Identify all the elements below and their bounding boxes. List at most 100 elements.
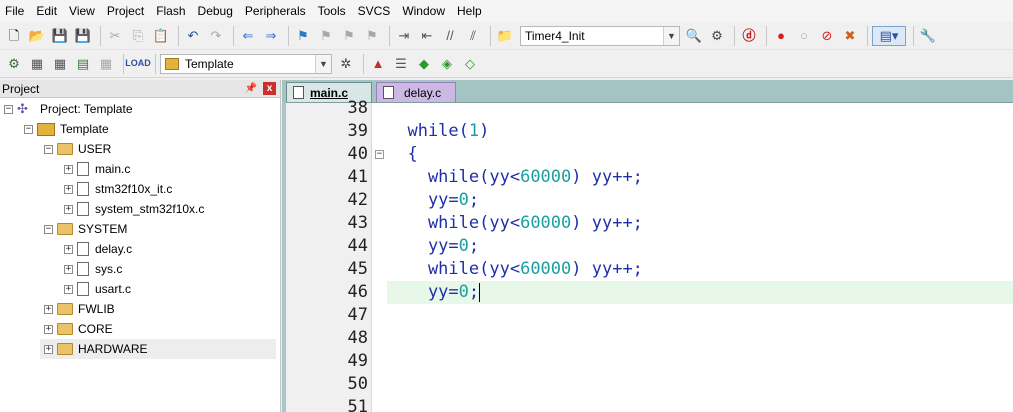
tree-node-group-system[interactable]: − SYSTEM	[44, 219, 127, 239]
code-line[interactable]: yy=0;	[387, 189, 1013, 212]
translate-icon[interactable]: ⚙	[4, 54, 24, 74]
comment-icon[interactable]: //	[440, 26, 460, 46]
code-line[interactable]: yy=0;	[387, 235, 1013, 258]
chevron-down-icon[interactable]: ▼	[663, 26, 679, 45]
tree-node-group-user[interactable]: − USER	[44, 139, 111, 159]
configure-icon[interactable]: ⚙	[707, 26, 727, 46]
chevron-down-icon[interactable]: ▼	[315, 54, 331, 73]
expand-icon[interactable]: +	[64, 284, 73, 294]
code-line[interactable]: while(1)	[387, 120, 1013, 143]
expand-icon[interactable]: +	[44, 304, 53, 314]
cut-icon[interactable]: ✂	[105, 26, 125, 46]
code-line[interactable]: {	[387, 143, 1013, 166]
tree-node-target[interactable]: − Template	[24, 119, 109, 139]
menu-view[interactable]: View	[63, 0, 101, 22]
rebuild-icon[interactable]: ▦	[50, 54, 70, 74]
collapse-icon[interactable]: −	[4, 104, 13, 114]
menu-edit[interactable]: Edit	[30, 0, 63, 22]
menu-project[interactable]: Project	[101, 0, 150, 22]
kill-breakpoints-icon[interactable]: ✖	[840, 26, 860, 46]
navigate-back-icon[interactable]: ⇐	[238, 26, 258, 46]
menu-help[interactable]: Help	[451, 0, 488, 22]
batch-build-icon[interactable]: ▤	[73, 54, 93, 74]
clear-bookmarks-icon[interactable]: ⚑	[362, 26, 382, 46]
debug-session-icon[interactable]: ⓓ	[739, 26, 759, 46]
menu-peripherals[interactable]: Peripherals	[239, 0, 312, 22]
pack-installer-icon[interactable]: ◇	[460, 54, 480, 74]
file-extensions-icon[interactable]: ☰	[391, 54, 411, 74]
tree-node-file[interactable]: + delay.c	[64, 239, 132, 259]
menu-file[interactable]: File	[0, 0, 30, 22]
manage-run-time-icon[interactable]: ◈	[437, 54, 457, 74]
pin-icon[interactable]: 📌	[245, 83, 257, 94]
tree-node-file[interactable]: + usart.c	[64, 279, 131, 299]
collapse-icon[interactable]: −	[44, 144, 53, 154]
new-file-icon[interactable]: 🗋	[4, 26, 24, 46]
find-icon[interactable]: 🔍	[684, 26, 704, 46]
expand-icon[interactable]: +	[64, 244, 73, 254]
paste-icon[interactable]: 📋	[151, 26, 171, 46]
tree-node-file[interactable]: + sys.c	[64, 259, 122, 279]
expand-icon[interactable]: +	[64, 264, 73, 274]
menu-window[interactable]: Window	[396, 0, 451, 22]
find-in-files-icon[interactable]: 📁	[495, 26, 515, 46]
manage-components-icon[interactable]: ▲	[368, 54, 388, 74]
code-line[interactable]: while(yy<60000) yy++;	[387, 166, 1013, 189]
uncomment-icon[interactable]: ⫽	[463, 26, 483, 46]
tree-node-project[interactable]: − ✣ Project: Template	[4, 99, 133, 119]
undo-icon[interactable]: ↶	[183, 26, 203, 46]
close-icon[interactable]: x	[263, 82, 276, 95]
copy-icon[interactable]: ⎘	[128, 26, 148, 46]
code-line[interactable]: yy=0;	[387, 281, 1013, 304]
expand-icon[interactable]: +	[64, 204, 73, 214]
window-layout-icon[interactable]: ▤▾	[872, 25, 906, 46]
fold-collapse-icon[interactable]: −	[375, 150, 384, 159]
expand-icon[interactable]: +	[64, 164, 73, 174]
tree-node-group-fwlib[interactable]: + FWLIB	[44, 299, 115, 319]
menu-debug[interactable]: Debug	[192, 0, 239, 22]
code-line[interactable]: while(yy<60000) yy++;	[387, 212, 1013, 235]
stop-build-icon[interactable]: ▦	[96, 54, 116, 74]
breakpoint-icon[interactable]: ●	[771, 26, 791, 46]
expand-icon[interactable]: +	[44, 344, 53, 354]
code-line[interactable]	[387, 350, 1013, 373]
tree-node-file[interactable]: + main.c	[64, 159, 130, 179]
tree-node-file[interactable]: + system_stm32f10x.c	[64, 199, 204, 219]
indent-icon[interactable]: ⇥	[394, 26, 414, 46]
prev-bookmark-icon[interactable]: ⚑	[316, 26, 336, 46]
save-icon[interactable]: 💾	[50, 26, 70, 46]
redo-icon[interactable]: ↷	[206, 26, 226, 46]
menu-svcs[interactable]: SVCS	[352, 0, 397, 22]
tree-node-group-core[interactable]: + CORE	[44, 319, 113, 339]
code-line[interactable]	[387, 373, 1013, 396]
unindent-icon[interactable]: ⇤	[417, 26, 437, 46]
select-packs-icon[interactable]: ◆	[414, 54, 434, 74]
expand-icon[interactable]: +	[64, 184, 73, 194]
collapse-icon[interactable]: −	[24, 124, 33, 134]
line-number: 41	[347, 167, 368, 187]
code-line[interactable]: while(yy<60000) yy++;	[387, 258, 1013, 281]
disable-breakpoint-icon[interactable]: ○	[794, 26, 814, 46]
function-combo[interactable]: Timer4_Init ▼	[520, 25, 680, 46]
tree-node-file[interactable]: + stm32f10x_it.c	[64, 179, 172, 199]
save-all-icon[interactable]: 💾	[73, 26, 93, 46]
disable-all-breakpoints-icon[interactable]: ⊘	[817, 26, 837, 46]
code-line[interactable]	[387, 97, 1013, 120]
navigate-forward-icon[interactable]: ⇒	[261, 26, 281, 46]
code-editor[interactable]: 38 39 40 41 42 43 44 45 46 47 48 49 50 51 while(1) − {…	[286, 98, 1013, 412]
code-line[interactable]	[387, 327, 1013, 350]
bookmark-icon[interactable]: ⚑	[293, 26, 313, 46]
tree-node-group-hardware[interactable]: + HARDWARE	[40, 339, 276, 359]
build-icon[interactable]: ▦	[27, 54, 47, 74]
code-line[interactable]	[387, 304, 1013, 327]
expand-icon[interactable]: +	[44, 324, 53, 334]
target-options-icon[interactable]: ✲	[336, 54, 356, 74]
wrench-icon[interactable]: 🔧	[918, 26, 938, 46]
target-combo[interactable]: Template ▼	[160, 53, 332, 74]
menu-flash[interactable]: Flash	[150, 0, 191, 22]
open-folder-icon[interactable]: 📂	[27, 26, 47, 46]
collapse-icon[interactable]: −	[44, 224, 53, 234]
next-bookmark-icon[interactable]: ⚑	[339, 26, 359, 46]
menu-tools[interactable]: Tools	[312, 0, 352, 22]
download-load-icon[interactable]: LOAD	[125, 54, 151, 74]
